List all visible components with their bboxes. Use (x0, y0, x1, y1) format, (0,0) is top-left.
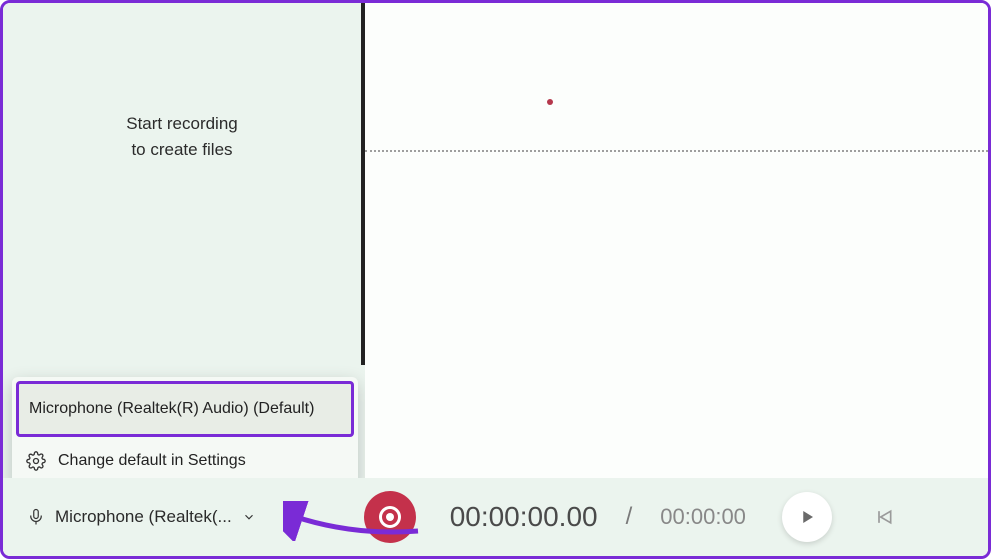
microphone-icon (27, 508, 45, 526)
record-icon (379, 506, 401, 528)
play-button[interactable] (782, 492, 832, 542)
playhead-guide (365, 150, 988, 152)
playhead-marker (547, 99, 553, 105)
microphone-selector-label: Microphone (Realtek(... (55, 507, 232, 527)
current-time: 00:00:00.00 (450, 501, 598, 533)
record-button[interactable] (364, 491, 416, 543)
gear-icon (26, 451, 46, 471)
empty-state-hint: Start recording to create files (3, 111, 361, 163)
main-area (365, 3, 988, 556)
bottom-toolbar: Microphone (Realtek(... 00:00:00.00 / 00… (3, 478, 988, 556)
microphone-option-default[interactable]: Microphone (Realtek(R) Audio) (Default) (16, 381, 354, 437)
waveform-area (365, 3, 988, 473)
settings-menu-label: Change default in Settings (58, 452, 246, 470)
time-separator: / (626, 503, 633, 531)
app-window: Start recording to create files Micropho… (0, 0, 991, 559)
hint-line-2: to create files (3, 137, 361, 163)
microphone-option-label: Microphone (Realtek(R) Audio) (Default) (29, 400, 314, 418)
hint-line-1: Start recording (3, 111, 361, 137)
microphone-selector[interactable]: Microphone (Realtek(... (17, 501, 266, 533)
total-time: 00:00:00 (660, 504, 746, 530)
chevron-down-icon (242, 510, 256, 524)
play-icon (798, 508, 816, 526)
microphone-menu: Microphone (Realtek(R) Audio) (Default) … (12, 377, 358, 489)
previous-marker-button[interactable] (864, 497, 904, 537)
skip-back-icon (874, 507, 894, 527)
